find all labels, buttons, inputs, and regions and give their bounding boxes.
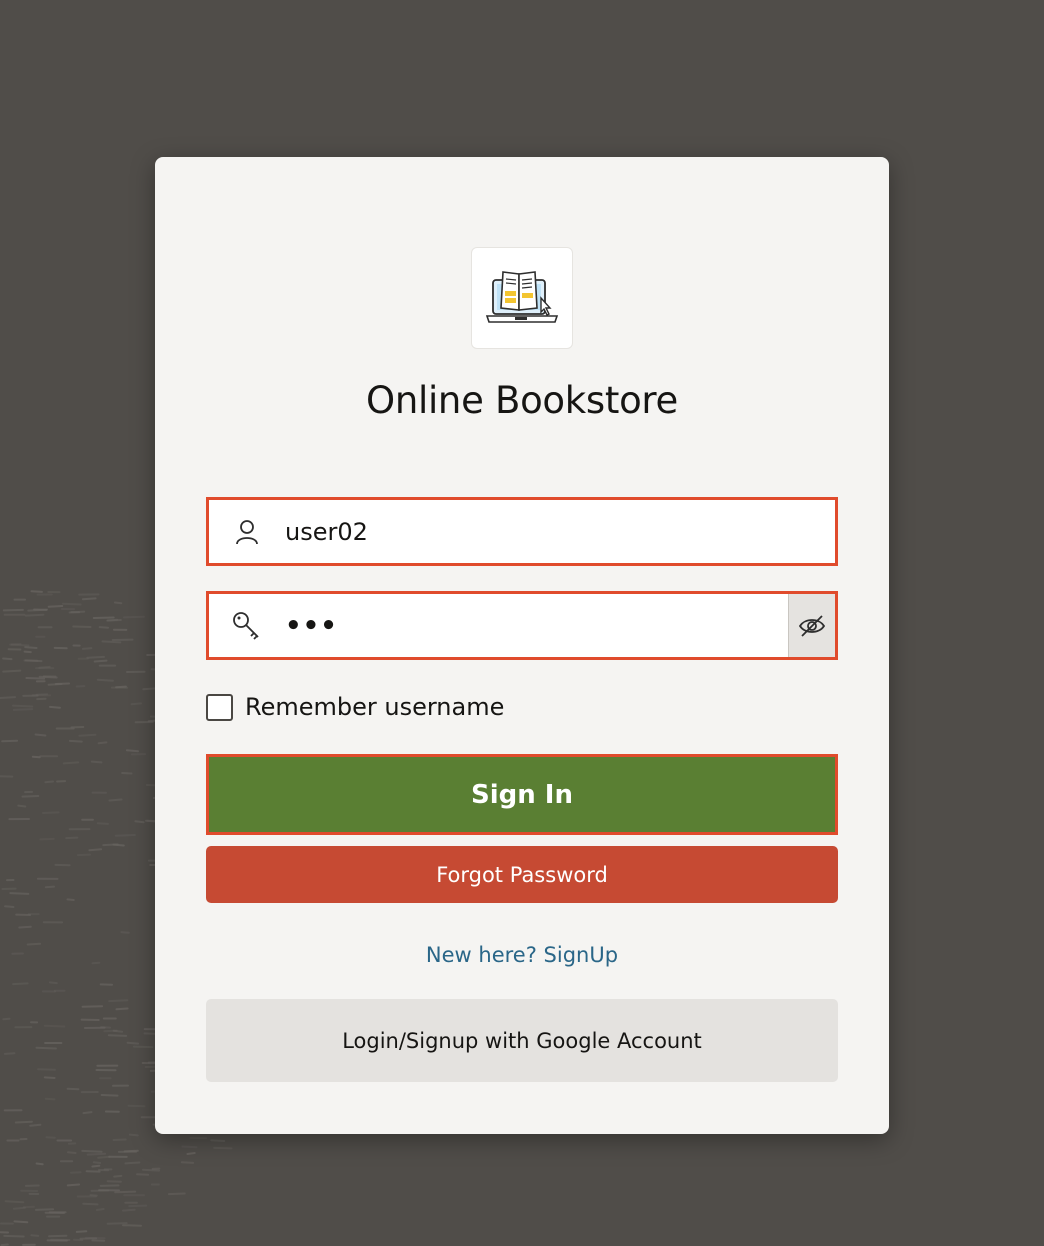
username-input[interactable] (285, 500, 835, 563)
remember-checkbox[interactable] (206, 693, 233, 721)
password-field[interactable] (206, 591, 838, 660)
app-logo (471, 247, 573, 349)
page-title: Online Bookstore (366, 379, 678, 422)
login-card: Online Bookstore Re (155, 157, 889, 1134)
sign-in-button[interactable]: Sign In (206, 754, 838, 835)
remember-label: Remember username (245, 693, 505, 721)
google-login-button[interactable]: Login/Signup with Google Account (206, 999, 838, 1082)
username-field[interactable] (206, 497, 838, 566)
remember-username[interactable]: Remember username (206, 693, 504, 721)
eye-slash-icon (798, 614, 826, 637)
user-icon (209, 500, 285, 563)
toggle-password-button[interactable] (788, 594, 835, 657)
signup-link[interactable]: New here? SignUp (155, 943, 889, 967)
key-icon (209, 594, 285, 657)
password-input[interactable] (285, 594, 788, 657)
forgot-password-button[interactable]: Forgot Password (206, 846, 838, 903)
book-laptop-icon (485, 271, 559, 323)
